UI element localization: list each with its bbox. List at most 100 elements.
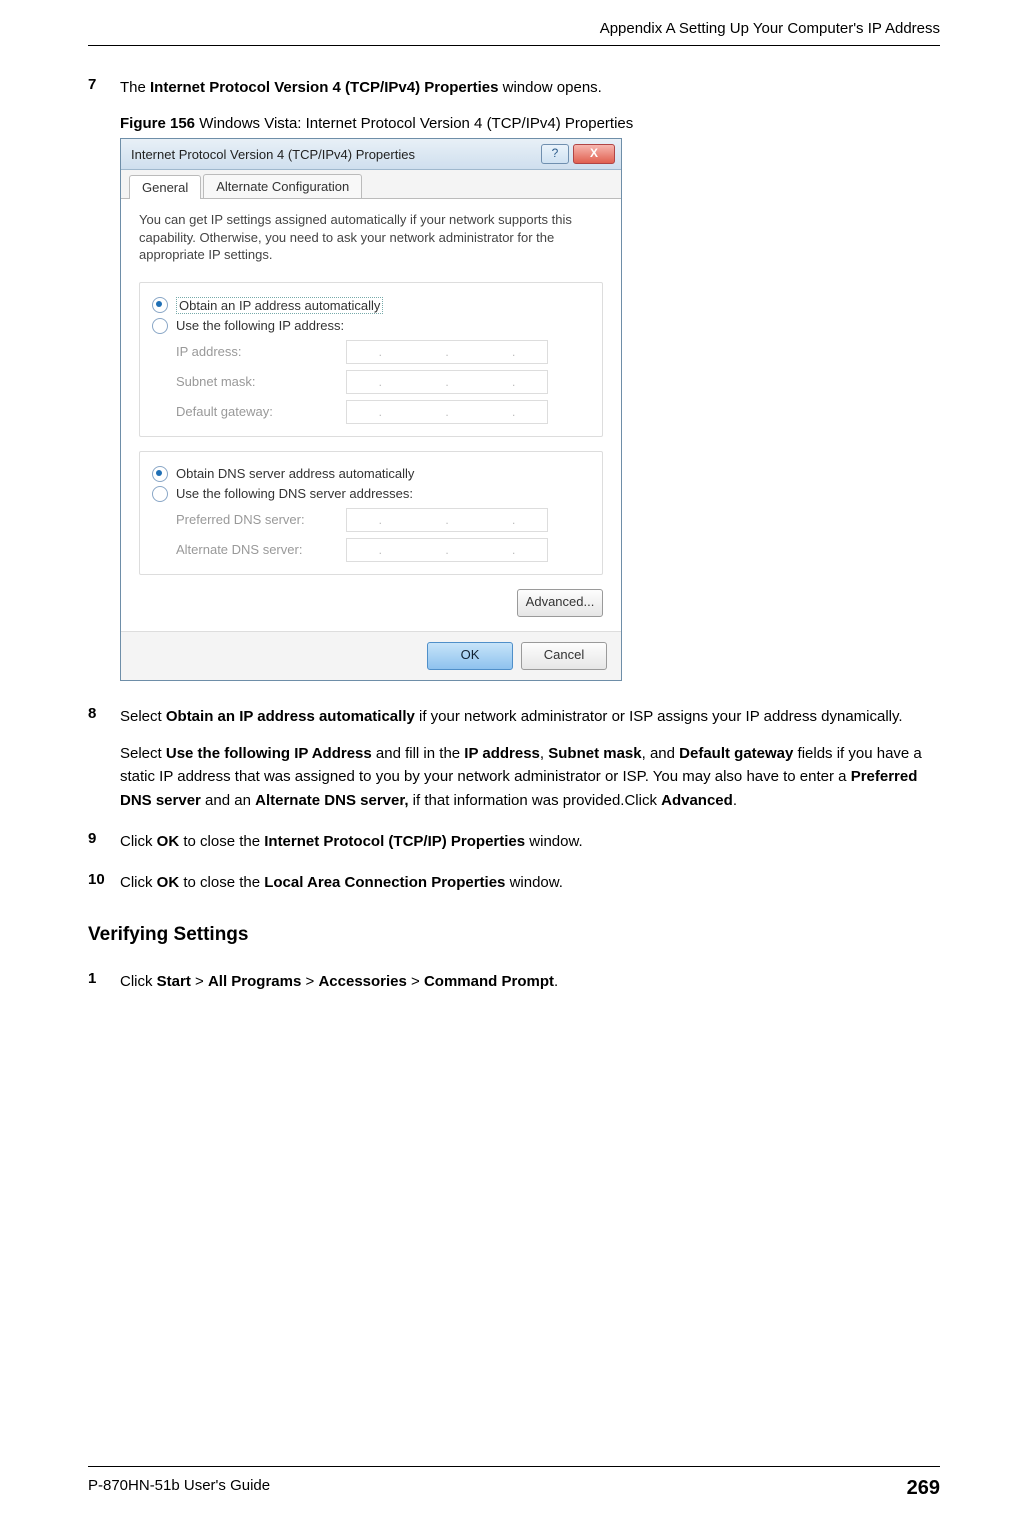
text: window. — [505, 874, 563, 891]
text: and an — [201, 792, 255, 809]
bold: Default gateway — [679, 745, 793, 762]
step-9: 9 Click OK to close the Internet Protoco… — [88, 830, 940, 853]
radio-use-dns[interactable]: Use the following DNS server addresses: — [152, 486, 590, 502]
field-subnet: Subnet mask: ... — [176, 370, 590, 394]
text: to close the — [179, 833, 264, 850]
step-body: Click Start > All Programs > Accessories… — [120, 970, 940, 993]
text: The — [120, 79, 150, 96]
dialog-footer: OK Cancel — [121, 631, 621, 680]
bold: Start — [157, 973, 191, 990]
text: . — [554, 973, 558, 990]
bold: Use the following IP Address — [166, 745, 372, 762]
dialog-figure: Internet Protocol Version 4 (TCP/IPv4) P… — [120, 138, 940, 681]
bold: Obtain an IP address automatically — [166, 708, 415, 725]
field-label: IP address: — [176, 344, 346, 359]
step-number: 7 — [88, 76, 120, 93]
step-8: 8 Select Obtain an IP address automatica… — [88, 705, 940, 812]
radio-obtain-dns[interactable]: Obtain DNS server address automatically — [152, 466, 590, 482]
bold: Internet Protocol Version 4 (TCP/IPv4) P… — [150, 79, 498, 96]
figure-caption: Figure 156 Windows Vista: Internet Proto… — [120, 115, 940, 132]
text: , — [540, 745, 548, 762]
radio-use-ip[interactable]: Use the following IP address: — [152, 318, 590, 334]
ip-input[interactable]: ... — [346, 340, 548, 364]
text: Click — [120, 874, 157, 891]
close-button[interactable]: X — [573, 144, 615, 164]
step-7: 7 The Internet Protocol Version 4 (TCP/I… — [88, 76, 940, 99]
tab-alternate[interactable]: Alternate Configuration — [203, 174, 362, 198]
cancel-button[interactable]: Cancel — [521, 642, 607, 670]
text: if your network administrator or ISP ass… — [415, 708, 903, 725]
radio-label: Obtain an IP address automatically — [176, 297, 383, 314]
tab-body: You can get IP settings assigned automat… — [121, 198, 621, 631]
ok-button[interactable]: OK — [427, 642, 513, 670]
tab-general[interactable]: General — [129, 175, 201, 199]
dialog-titlebar: Internet Protocol Version 4 (TCP/IPv4) P… — [121, 139, 621, 170]
text: window. — [525, 833, 583, 850]
field-label: Alternate DNS server: — [176, 542, 346, 557]
dialog-title: Internet Protocol Version 4 (TCP/IPv4) P… — [131, 147, 541, 162]
tab-strip: General Alternate Configuration — [121, 170, 621, 198]
ip-input[interactable]: ... — [346, 508, 548, 532]
advanced-button[interactable]: Advanced... — [517, 589, 603, 617]
radio-label: Obtain DNS server address automatically — [176, 466, 414, 481]
field-ip-address: IP address: ... — [176, 340, 590, 364]
bold: Local Area Connection Properties — [264, 874, 505, 891]
text: window opens. — [498, 79, 601, 96]
bold: OK — [157, 874, 180, 891]
page-header: Appendix A Setting Up Your Computer's IP… — [88, 20, 940, 46]
text: Select — [120, 745, 166, 762]
bold: Accessories — [318, 973, 406, 990]
bold: OK — [157, 833, 180, 850]
radio-icon — [152, 466, 168, 482]
vista-dialog: Internet Protocol Version 4 (TCP/IPv4) P… — [120, 138, 622, 681]
bold: IP address — [464, 745, 540, 762]
advanced-row: Advanced... — [139, 589, 603, 617]
figure-text: Windows Vista: Internet Protocol Version… — [195, 115, 633, 132]
step-number: 9 — [88, 830, 120, 847]
ip-input[interactable]: ... — [346, 370, 548, 394]
radio-label: Use the following IP address: — [176, 318, 344, 333]
radio-obtain-ip[interactable]: Obtain an IP address automatically — [152, 297, 590, 314]
bold: All Programs — [208, 973, 301, 990]
field-label: Preferred DNS server: — [176, 512, 346, 527]
page-footer: P-870HN-51b User's Guide 269 — [88, 1466, 940, 1500]
step-body: Click OK to close the Internet Protocol … — [120, 830, 940, 853]
ip-input[interactable]: ... — [346, 400, 548, 424]
verify-step-1: 1 Click Start > All Programs > Accessori… — [88, 970, 940, 993]
field-alternate-dns: Alternate DNS server: ... — [176, 538, 590, 562]
bold: Alternate DNS server, — [255, 792, 408, 809]
text: . — [733, 792, 737, 809]
bold: Command Prompt — [424, 973, 554, 990]
section-verifying-settings: Verifying Settings — [88, 924, 940, 946]
dns-group: Obtain DNS server address automatically … — [139, 451, 603, 575]
radio-icon — [152, 318, 168, 334]
ip-group: Obtain an IP address automatically Use t… — [139, 282, 603, 437]
step-body: Click OK to close the Local Area Connect… — [120, 871, 940, 894]
text: , and — [642, 745, 680, 762]
step-number: 8 — [88, 705, 120, 722]
text: if that information was provided.Click — [409, 792, 662, 809]
text: to close the — [179, 874, 264, 891]
text: > — [301, 973, 318, 990]
help-button[interactable]: ? — [541, 144, 569, 164]
footer-page-number: 269 — [907, 1477, 940, 1500]
text: and fill in the — [372, 745, 465, 762]
bold: Subnet mask — [548, 745, 641, 762]
radio-label: Use the following DNS server addresses: — [176, 486, 413, 501]
step-body: Select Obtain an IP address automaticall… — [120, 705, 940, 812]
text: > — [191, 973, 208, 990]
radio-icon — [152, 297, 168, 313]
step-number: 10 — [88, 871, 120, 888]
bold: Advanced — [661, 792, 733, 809]
radio-icon — [152, 486, 168, 502]
step-body: The Internet Protocol Version 4 (TCP/IPv… — [120, 76, 940, 99]
field-preferred-dns: Preferred DNS server: ... — [176, 508, 590, 532]
text: > — [407, 973, 424, 990]
figure-label: Figure 156 — [120, 115, 195, 132]
text: Select — [120, 708, 166, 725]
ip-input[interactable]: ... — [346, 538, 548, 562]
text: Click — [120, 973, 157, 990]
text: Click — [120, 833, 157, 850]
field-gateway: Default gateway: ... — [176, 400, 590, 424]
field-label: Subnet mask: — [176, 374, 346, 389]
